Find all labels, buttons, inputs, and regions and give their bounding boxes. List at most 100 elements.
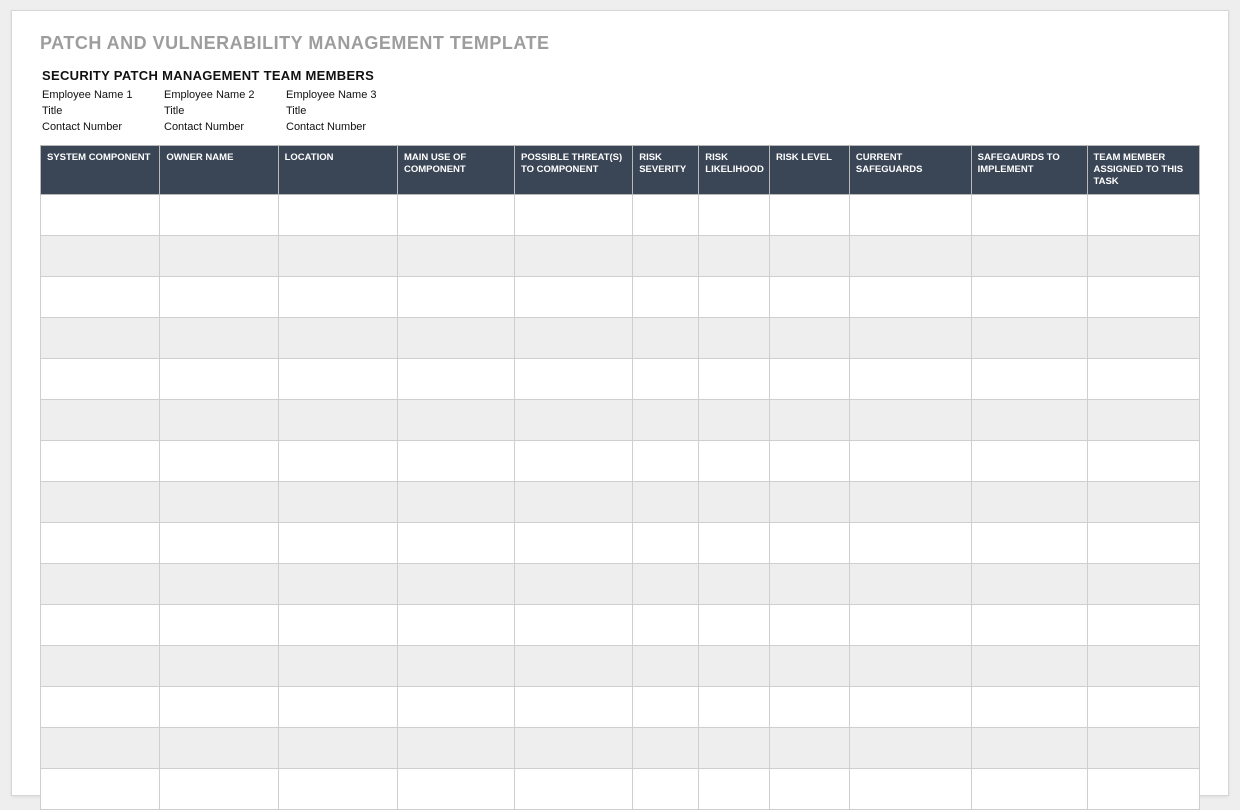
table-cell[interactable] [633,400,699,441]
table-cell[interactable] [41,482,160,523]
table-cell[interactable] [41,564,160,605]
table-cell[interactable] [633,318,699,359]
table-cell[interactable] [278,728,397,769]
table-cell[interactable] [515,441,633,482]
table-cell[interactable] [971,769,1087,810]
table-cell[interactable] [278,195,397,236]
table-cell[interactable] [1087,769,1200,810]
table-cell[interactable] [633,646,699,687]
table-cell[interactable] [278,687,397,728]
table-cell[interactable] [515,523,633,564]
table-cell[interactable] [971,687,1087,728]
table-cell[interactable] [1087,728,1200,769]
table-cell[interactable] [849,646,971,687]
table-cell[interactable] [160,236,278,277]
table-cell[interactable] [699,400,770,441]
table-cell[interactable] [515,482,633,523]
table-cell[interactable] [160,564,278,605]
table-cell[interactable] [633,523,699,564]
table-cell[interactable] [633,277,699,318]
table-cell[interactable] [699,277,770,318]
table-cell[interactable] [160,769,278,810]
table-cell[interactable] [699,646,770,687]
table-cell[interactable] [633,564,699,605]
table-cell[interactable] [633,769,699,810]
table-cell[interactable] [769,195,849,236]
table-cell[interactable] [278,236,397,277]
table-cell[interactable] [278,605,397,646]
table-cell[interactable] [849,728,971,769]
table-cell[interactable] [1087,277,1200,318]
table-cell[interactable] [633,605,699,646]
table-cell[interactable] [160,318,278,359]
table-cell[interactable] [849,359,971,400]
table-cell[interactable] [515,728,633,769]
table-cell[interactable] [515,277,633,318]
table-cell[interactable] [699,523,770,564]
table-cell[interactable] [971,236,1087,277]
table-cell[interactable] [769,523,849,564]
table-cell[interactable] [160,605,278,646]
table-cell[interactable] [41,728,160,769]
table-cell[interactable] [1087,359,1200,400]
table-cell[interactable] [278,769,397,810]
table-cell[interactable] [515,318,633,359]
table-cell[interactable] [769,318,849,359]
table-cell[interactable] [849,564,971,605]
table-cell[interactable] [515,646,633,687]
table-cell[interactable] [397,482,514,523]
table-cell[interactable] [699,728,770,769]
table-cell[interactable] [769,236,849,277]
table-cell[interactable] [278,564,397,605]
table-cell[interactable] [1087,646,1200,687]
table-cell[interactable] [278,359,397,400]
table-cell[interactable] [769,482,849,523]
table-cell[interactable] [849,605,971,646]
table-cell[interactable] [160,400,278,441]
table-cell[interactable] [515,605,633,646]
table-cell[interactable] [849,441,971,482]
table-cell[interactable] [41,359,160,400]
table-cell[interactable] [699,318,770,359]
table-cell[interactable] [160,277,278,318]
table-cell[interactable] [1087,441,1200,482]
table-cell[interactable] [769,400,849,441]
table-cell[interactable] [971,195,1087,236]
table-cell[interactable] [849,277,971,318]
table-cell[interactable] [397,277,514,318]
table-cell[interactable] [41,236,160,277]
table-cell[interactable] [160,195,278,236]
table-cell[interactable] [699,441,770,482]
table-cell[interactable] [515,359,633,400]
table-cell[interactable] [160,359,278,400]
table-cell[interactable] [515,769,633,810]
table-cell[interactable] [41,646,160,687]
table-cell[interactable] [971,605,1087,646]
table-cell[interactable] [769,687,849,728]
table-cell[interactable] [769,646,849,687]
table-cell[interactable] [971,728,1087,769]
table-cell[interactable] [849,687,971,728]
table-cell[interactable] [1087,687,1200,728]
table-cell[interactable] [397,728,514,769]
table-cell[interactable] [849,400,971,441]
table-cell[interactable] [699,687,770,728]
table-cell[interactable] [160,646,278,687]
table-cell[interactable] [278,482,397,523]
table-cell[interactable] [278,441,397,482]
table-cell[interactable] [41,318,160,359]
table-cell[interactable] [397,687,514,728]
table-cell[interactable] [849,318,971,359]
table-cell[interactable] [1087,564,1200,605]
table-cell[interactable] [769,605,849,646]
table-cell[interactable] [699,769,770,810]
table-cell[interactable] [971,359,1087,400]
table-cell[interactable] [1087,236,1200,277]
table-cell[interactable] [397,646,514,687]
table-cell[interactable] [278,646,397,687]
table-cell[interactable] [971,277,1087,318]
table-cell[interactable] [769,769,849,810]
table-cell[interactable] [1087,400,1200,441]
table-cell[interactable] [515,195,633,236]
table-cell[interactable] [769,277,849,318]
